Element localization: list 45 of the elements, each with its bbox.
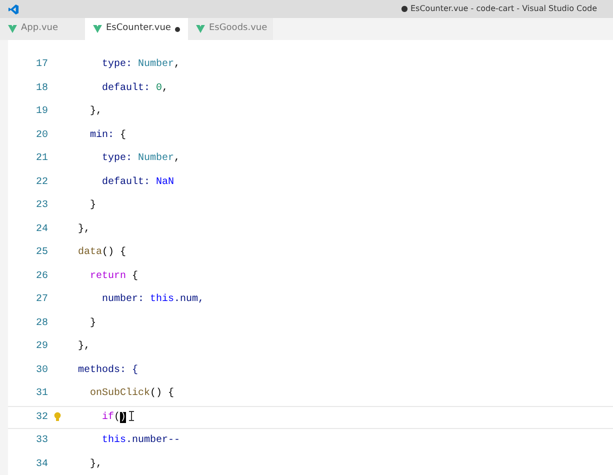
code-line: default: NaN	[101, 176, 174, 190]
line-number: 28	[34, 316, 48, 331]
code-line: methods: {	[77, 364, 138, 378]
code-line: }	[89, 198, 96, 214]
code-line: data() {	[77, 246, 126, 260]
editor-tab[interactable]: EsCounter.vue	[85, 18, 188, 40]
code-line: },	[89, 458, 102, 472]
vue-file-icon	[196, 25, 205, 33]
vue-file-icon	[8, 25, 17, 33]
line-number: 18	[34, 82, 48, 96]
code-line: },	[89, 104, 102, 120]
code-line: type: Number,	[101, 58, 180, 72]
line-number: 34	[34, 458, 48, 472]
line-number: 19	[34, 105, 48, 120]
code-line: default: 0,	[101, 82, 168, 96]
line-number: 27	[34, 293, 48, 308]
line-number: 21	[34, 152, 48, 166]
code-line: min: {	[89, 128, 126, 143]
line-number: 23	[34, 199, 48, 214]
line-number: 29	[34, 340, 48, 354]
editor-tab[interactable]: EsGoods.vue	[188, 18, 273, 40]
app-logo-icon	[8, 4, 19, 14]
code-line: number: this.num,	[101, 292, 204, 308]
line-number: 22	[34, 176, 48, 190]
code-line: return {	[89, 270, 138, 284]
line-number: 20	[34, 128, 48, 143]
lightbulb-icon[interactable]	[54, 412, 60, 422]
code-line: }	[89, 316, 96, 331]
line-number: 24	[34, 222, 48, 237]
code-line: this.number--	[101, 434, 180, 448]
line-number: 33	[34, 434, 48, 448]
code-line: onSubClick() {	[89, 386, 174, 402]
line-number: 30	[34, 364, 48, 378]
window-title: ● EsCounter.vue - code-cart - Visual Studio Code	[400, 3, 597, 15]
line-number: 31	[34, 387, 48, 402]
code-line: if()	[101, 410, 126, 425]
code-line: },	[77, 340, 90, 354]
line-number: 25	[34, 246, 48, 260]
line-number: 32	[34, 410, 48, 425]
line-number: 26	[34, 270, 48, 284]
vue-file-icon	[93, 25, 102, 33]
line-number: 17	[34, 58, 48, 72]
editor-tab[interactable]: App.vue	[0, 18, 85, 40]
code-line: type: Number,	[101, 152, 180, 166]
code-line: },	[77, 222, 90, 237]
